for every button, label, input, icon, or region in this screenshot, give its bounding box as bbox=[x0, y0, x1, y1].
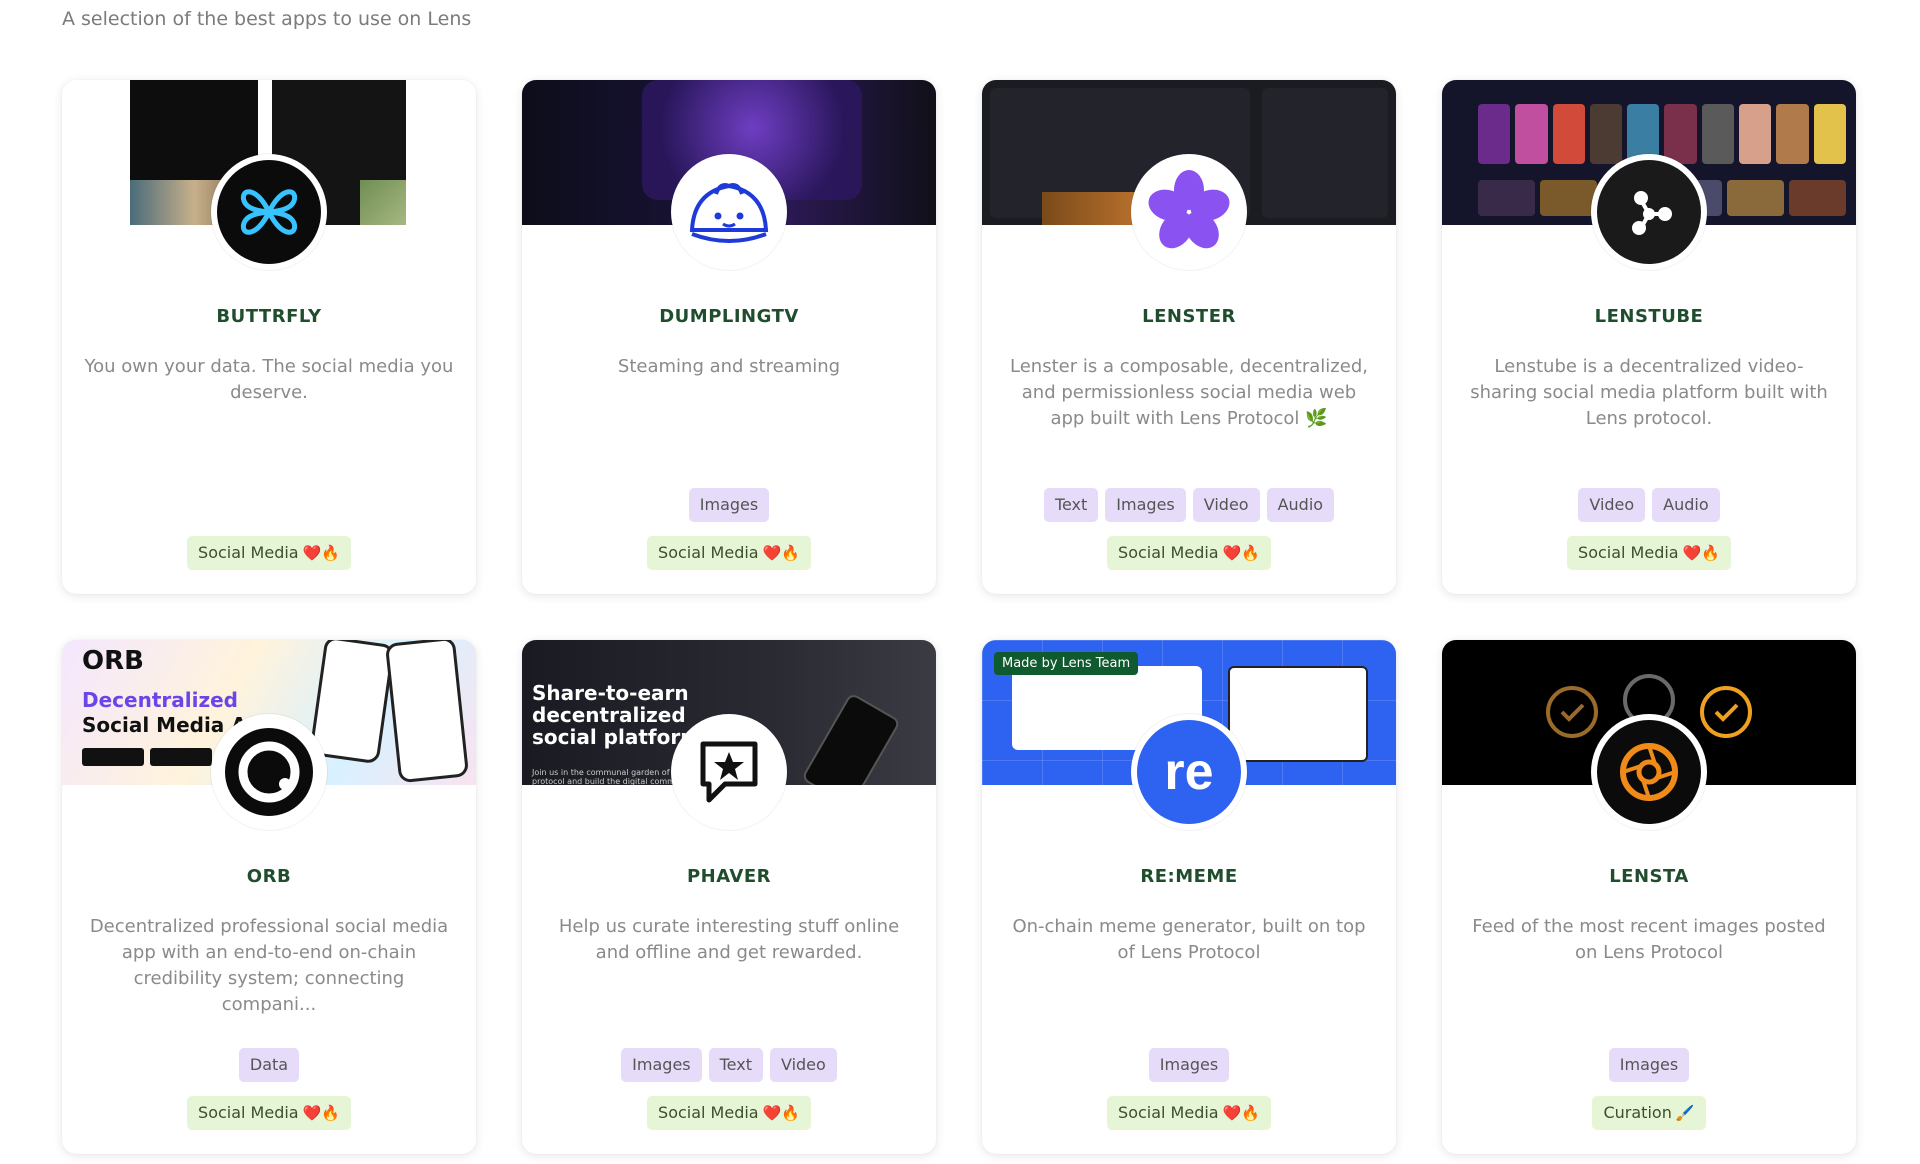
banner-text: Share-to-earn decentralized social platf… bbox=[532, 681, 702, 749]
app-name: LENSTUBE bbox=[1594, 306, 1704, 327]
app-logo bbox=[1131, 154, 1247, 270]
star-chat-icon bbox=[677, 720, 781, 824]
heart-fire-icon: ❤️🔥 bbox=[1222, 544, 1260, 562]
app-description: Steaming and streaming bbox=[617, 356, 841, 377]
tag-list: Text Images Video Audio bbox=[982, 488, 1396, 522]
page-subtitle: A selection of the best apps to use on L… bbox=[62, 8, 472, 30]
app-name: LENSTER bbox=[1142, 306, 1236, 327]
tag-list: Video Audio bbox=[1442, 488, 1856, 522]
app-description: Lenstube is a decentralized video-sharin… bbox=[1470, 356, 1828, 429]
app-name: LENSTA bbox=[1609, 866, 1689, 887]
app-name: PHAVER bbox=[686, 866, 772, 887]
re-text-icon: re bbox=[1137, 720, 1241, 824]
app-card-orb[interactable]: ORB Decentralized Social Media App ORB D… bbox=[62, 640, 476, 1154]
tag-list: Images Text Video bbox=[522, 1048, 936, 1082]
app-card-dumplingtv[interactable]: DUMPLINGTV Steaming and streaming Images… bbox=[522, 80, 936, 594]
app-description: Feed of the most recent images posted on… bbox=[1472, 916, 1826, 963]
tag-list: Images bbox=[522, 488, 936, 522]
app-card-lenstube[interactable]: LENSTUBE Lenstube is a decentralized vid… bbox=[1442, 80, 1856, 594]
tag-images[interactable]: Images bbox=[1608, 1048, 1690, 1082]
tag-list: Data bbox=[62, 1048, 476, 1082]
butterfly-icon bbox=[217, 160, 321, 264]
category-badge[interactable]: Social Media ❤️🔥 bbox=[1567, 536, 1731, 570]
made-by-lens-badge: Made by Lens Team bbox=[994, 652, 1139, 675]
app-name: BUTTRFLY bbox=[216, 306, 322, 327]
dumpling-icon bbox=[677, 160, 781, 264]
heart-fire-icon: ❤️🔥 bbox=[1222, 1104, 1260, 1122]
paintbrush-icon: 🖌️ bbox=[1675, 1104, 1695, 1122]
heart-fire-icon: ❤️🔥 bbox=[762, 544, 800, 562]
category-badge[interactable]: Social Media ❤️🔥 bbox=[647, 1096, 811, 1130]
tag-images[interactable]: Images bbox=[621, 1048, 702, 1082]
app-card-lenster[interactable]: LENSTER Lenster is a composable, decentr… bbox=[982, 80, 1396, 594]
app-description: Decentralized professional social media … bbox=[89, 916, 449, 1015]
app-logo bbox=[1591, 714, 1707, 830]
tag-audio[interactable]: Audio bbox=[1266, 488, 1335, 522]
app-store-badge bbox=[82, 748, 144, 766]
app-description: On-chain meme generator, built on top of… bbox=[1012, 916, 1366, 963]
app-logo bbox=[211, 714, 327, 830]
category-badge[interactable]: Social Media ❤️🔥 bbox=[1107, 1096, 1271, 1130]
app-logo bbox=[671, 154, 787, 270]
heart-fire-icon: ❤️🔥 bbox=[302, 1104, 340, 1122]
heart-fire-icon: ❤️🔥 bbox=[762, 1104, 800, 1122]
tag-list: Images bbox=[1442, 1048, 1856, 1082]
tag-text[interactable]: Text bbox=[708, 1048, 763, 1082]
app-name: RE:MEME bbox=[1140, 866, 1238, 887]
heart-fire-icon: ❤️🔥 bbox=[302, 544, 340, 562]
tag-video[interactable]: Video bbox=[769, 1048, 837, 1082]
tag-text[interactable]: Text bbox=[1043, 488, 1099, 522]
app-description: Help us curate interesting stuff online … bbox=[558, 916, 900, 963]
tag-images[interactable]: Images bbox=[1148, 1048, 1230, 1082]
tag-images[interactable]: Images bbox=[1105, 488, 1186, 522]
category-badge[interactable]: Social Media ❤️🔥 bbox=[1107, 536, 1271, 570]
app-logo bbox=[671, 714, 787, 830]
app-description: You own your data. The social media you … bbox=[84, 356, 454, 403]
category-badge[interactable]: Curation 🖌️ bbox=[1592, 1096, 1706, 1130]
app-logo bbox=[211, 154, 327, 270]
app-name: ORB bbox=[246, 866, 292, 887]
google-play-badge bbox=[150, 748, 212, 766]
flower-icon bbox=[1137, 160, 1241, 264]
category-badge[interactable]: Social Media ❤️🔥 bbox=[187, 536, 351, 570]
app-card-rememe[interactable]: Made by Lens Team re RE:MEME On-chain me… bbox=[982, 640, 1396, 1154]
tag-images[interactable]: Images bbox=[688, 488, 770, 522]
app-card-lensta[interactable]: LENSTA Feed of the most recent images po… bbox=[1442, 640, 1856, 1154]
orb-ring-icon bbox=[217, 720, 321, 824]
app-card-phaver[interactable]: Share-to-earn decentralized social platf… bbox=[522, 640, 936, 1154]
aperture-icon bbox=[1597, 720, 1701, 824]
tag-audio[interactable]: Audio bbox=[1652, 488, 1720, 522]
category-badge[interactable]: Social Media ❤️🔥 bbox=[647, 536, 811, 570]
category-badge[interactable]: Social Media ❤️🔥 bbox=[187, 1096, 351, 1130]
tag-video[interactable]: Video bbox=[1192, 488, 1260, 522]
apps-grid: BUTTRFLY You own your data. The social m… bbox=[62, 80, 1856, 1154]
app-logo bbox=[1591, 154, 1707, 270]
app-name: DUMPLINGTV bbox=[659, 306, 799, 327]
tag-list: Images bbox=[982, 1048, 1396, 1082]
app-logo: re bbox=[1131, 714, 1247, 830]
heart-fire-icon: ❤️🔥 bbox=[1682, 544, 1720, 562]
tag-video[interactable]: Video bbox=[1578, 488, 1646, 522]
banner-small-text: Join us in the communal garden of Lens p… bbox=[532, 768, 691, 785]
app-card-buttrfly[interactable]: BUTTRFLY You own your data. The social m… bbox=[62, 80, 476, 594]
node-graph-icon bbox=[1597, 160, 1701, 264]
app-description: Lenster is a composable, decentralized, … bbox=[1010, 356, 1368, 429]
banner-title: ORB bbox=[82, 646, 144, 676]
tag-data[interactable]: Data bbox=[238, 1048, 300, 1082]
